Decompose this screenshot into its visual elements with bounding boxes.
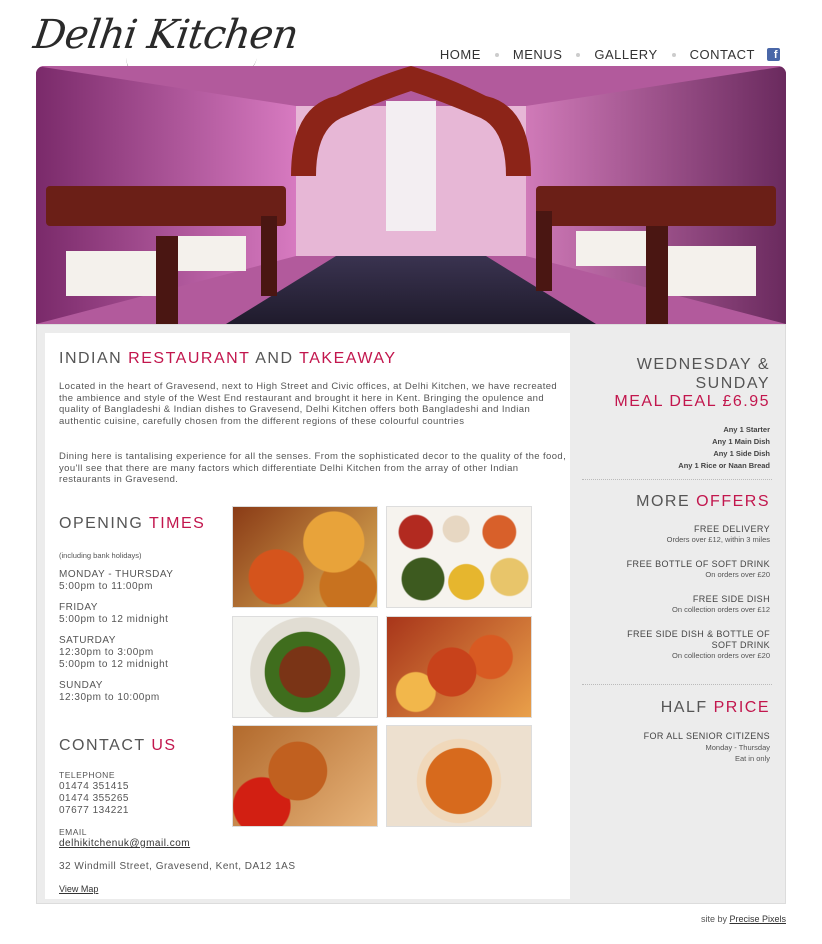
offer-condition: On collection orders over £12: [672, 605, 770, 614]
address: 32 Windmill Street, Gravesend, Kent, DA1…: [59, 861, 296, 872]
hours-time: 5:00pm to 12 midnight: [59, 659, 169, 670]
facebook-icon[interactable]: f: [767, 48, 780, 61]
food-photo-tandoori[interactable]: [386, 616, 532, 718]
offer-name: FREE SIDE DISH: [692, 594, 770, 604]
hours-block: MONDAY - THURSDAY 5:00pm to 11:00pm: [59, 569, 173, 593]
heading-part: MORE: [636, 493, 697, 510]
nav-contact[interactable]: CONTACT: [690, 47, 755, 62]
hours-day: SUNDAY: [59, 680, 103, 691]
food-photo-prawn[interactable]: [386, 725, 532, 827]
offer-item: FREE SIDE DISH On collection orders over…: [600, 594, 770, 615]
contact-details: TELEPHONE 01474 351415 01474 355265 0767…: [59, 769, 190, 850]
deal-item: Any 1 Rice or Naan Bread: [678, 461, 770, 470]
half-price-heading: HALF PRICE: [661, 699, 770, 717]
hours-day: SATURDAY: [59, 635, 116, 646]
offer-name: FREE DELIVERY: [693, 524, 770, 534]
deal-price: MEAL DEAL £6.95: [614, 393, 770, 410]
intro-paragraph-1: Located in the heart of Gravesend, next …: [59, 381, 558, 427]
half-price-offer: FOR ALL SENIOR CITIZENS Monday - Thursda…: [644, 731, 770, 764]
heading-part: AND: [250, 350, 300, 367]
heading-part: OPENING: [59, 515, 149, 532]
main-nav: HOME MENUS GALLERY CONTACT f: [440, 47, 780, 62]
food-photo-thali[interactable]: [386, 506, 532, 608]
offer-condition: Orders over £12, within 3 miles: [666, 535, 770, 544]
hours-note: (including bank holidays): [59, 551, 142, 560]
heading-accent: TAKEAWAY: [299, 350, 397, 367]
credit-link[interactable]: Precise Pixels: [729, 914, 786, 924]
opening-hours: MONDAY - THURSDAY 5:00pm to 11:00pm FRID…: [59, 569, 173, 713]
hours-day: FRIDAY: [59, 602, 98, 613]
phone-number[interactable]: 07677 134221: [59, 805, 190, 817]
main-content: INDIAN RESTAURANT AND TAKEAWAY Located i…: [45, 333, 570, 899]
half-price-days: Monday - Thursday: [705, 743, 770, 752]
email-label: EMAIL: [59, 827, 88, 837]
hours-time: 5:00pm to 12 midnight: [59, 614, 169, 625]
hours-time: 5:00pm to 11:00pm: [59, 581, 153, 592]
heading-part: INDIAN: [59, 350, 129, 367]
phone-number[interactable]: 01474 355265: [59, 793, 190, 805]
heading-accent: US: [151, 737, 177, 754]
nav-separator: [671, 52, 676, 57]
offer-name: FREE BOTTLE OF SOFT DRINK: [626, 559, 770, 569]
hours-time: 12:30pm to 3:00pm: [59, 647, 154, 658]
intro-heading: INDIAN RESTAURANT AND TAKEAWAY: [59, 350, 397, 368]
half-price-name: FOR ALL SENIOR CITIZENS: [643, 731, 770, 741]
nav-separator: [576, 52, 581, 57]
hours-block: SATURDAY 12:30pm to 3:00pm 5:00pm to 12 …: [59, 635, 173, 671]
hours-block: FRIDAY 5:00pm to 12 midnight: [59, 602, 173, 626]
heading-accent: PRICE: [713, 699, 770, 716]
nav-home[interactable]: HOME: [440, 47, 481, 62]
food-photo-chicken[interactable]: [232, 725, 378, 827]
heading-accent: RESTAURANT: [128, 350, 251, 367]
content-frame: INDIAN RESTAURANT AND TAKEAWAY Located i…: [36, 324, 786, 904]
offer-item: FREE SIDE DISH & BOTTLE OF SOFT DRINK On…: [600, 629, 770, 661]
deal-item: Any 1 Side Dish: [713, 449, 770, 458]
offer-item: FREE DELIVERY Orders over £12, within 3 …: [600, 524, 770, 545]
telephone-label: TELEPHONE: [59, 770, 115, 780]
deal-heading: WEDNESDAY & SUNDAY: [636, 356, 770, 392]
hero-image: [36, 66, 786, 324]
offer-item: FREE BOTTLE OF SOFT DRINK On orders over…: [600, 559, 770, 580]
logo-text: Delhi Kitchen: [30, 12, 301, 58]
view-map-link[interactable]: View Map: [59, 884, 98, 894]
deal-item: Any 1 Main Dish: [712, 437, 770, 446]
divider: [582, 684, 772, 685]
deal-item: Any 1 Starter: [723, 425, 770, 434]
deal-items: Any 1 Starter Any 1 Main Dish Any 1 Side…: [678, 424, 770, 472]
nav-gallery[interactable]: GALLERY: [594, 47, 657, 62]
site-credit: site by Precise Pixels: [701, 914, 786, 924]
half-price-condition: Eat in only: [734, 754, 770, 763]
logo[interactable]: Delhi Kitchen: [30, 12, 301, 74]
food-photo-fish[interactable]: [232, 616, 378, 718]
heading-part: HALF: [660, 699, 714, 716]
intro-paragraph-2: Dining here is tantalising experience fo…: [59, 451, 567, 485]
more-offers-heading: MORE OFFERS: [636, 493, 770, 511]
contact-heading: CONTACT US: [59, 737, 177, 755]
offer-condition: On orders over £20: [705, 570, 770, 579]
email-link[interactable]: delhikitchenuk@gmail.com: [59, 838, 190, 849]
hours-time: 12:30pm to 10:00pm: [59, 692, 160, 703]
phone-number[interactable]: 01474 351415: [59, 781, 190, 793]
credit-prefix: site by: [700, 914, 730, 924]
offer-condition: On collection orders over £20: [672, 651, 770, 660]
offers-list: FREE DELIVERY Orders over £12, within 3 …: [600, 524, 770, 675]
opening-times-heading: OPENING TIMES: [59, 515, 205, 533]
hours-block: SUNDAY 12:30pm to 10:00pm: [59, 680, 173, 704]
divider: [582, 479, 772, 480]
heading-accent: TIMES: [148, 515, 206, 532]
offer-name: FREE SIDE DISH & BOTTLE OF SOFT DRINK: [627, 629, 770, 650]
nav-menus[interactable]: MENUS: [513, 47, 562, 62]
food-photo-curry[interactable]: [232, 506, 378, 608]
nav-separator: [494, 52, 499, 57]
heading-part: CONTACT: [59, 737, 146, 754]
hours-day: MONDAY - THURSDAY: [59, 569, 174, 580]
heading-accent: OFFERS: [696, 493, 770, 510]
